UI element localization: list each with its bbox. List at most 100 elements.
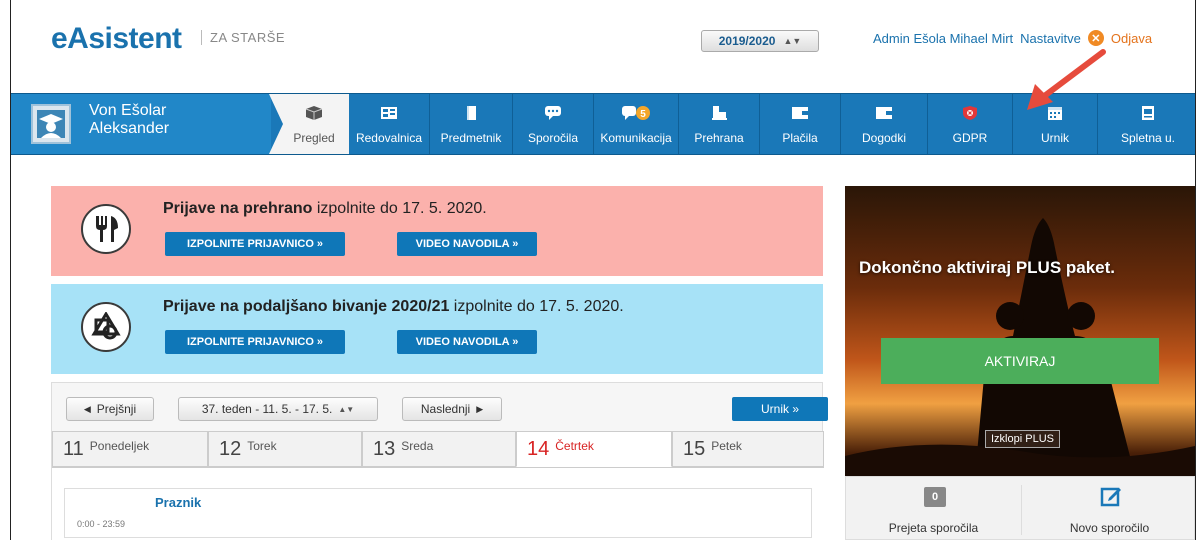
student-selector[interactable]: Von Ešolar Aleksander (11, 94, 271, 154)
day-name: Četrtek (555, 439, 594, 453)
tab-predmetnik-label: Predmetnik (440, 131, 502, 145)
tab-day-11[interactable]: 11 Ponedeljek (52, 431, 208, 467)
tab-pregled-label: Pregled (293, 131, 335, 145)
food-banner-title: Prijave na prehrano (163, 200, 313, 217)
food-icon (712, 106, 727, 120)
tab-urnik[interactable]: Urnik (1013, 94, 1097, 154)
app-logo-subtitle: ZA STARŠE (201, 30, 285, 45)
calendar-icon (1048, 107, 1062, 120)
received-messages-label: Prejeta sporočila (888, 521, 979, 535)
tab-komunikacija[interactable]: 5 Komunikacija (594, 94, 678, 154)
logout-link[interactable]: Odjava (1111, 31, 1152, 46)
food-video-button[interactable]: VIDEO NAVODILA » (397, 232, 537, 256)
event-name: Praznik (155, 495, 202, 510)
event-time: 0:00 - 23:59 (77, 519, 126, 529)
settings-link[interactable]: Nastavitve (1020, 31, 1081, 46)
main-navbar: Von Ešolar Aleksander Pregled Redovalnic… (11, 93, 1195, 155)
promo-title: Dokončno aktiviraj PLUS paket. (859, 258, 1116, 277)
tab-sporocila-label: Sporočila (527, 131, 579, 145)
chat-icon (545, 106, 561, 120)
extended-banner-deadline: izpolnite do 17. 5. 2020. (449, 298, 624, 315)
day-name: Sreda (401, 439, 434, 453)
food-apply-button[interactable]: IZPOLNITE PRIJAVNICO » (165, 232, 345, 256)
day-name: Torek (247, 439, 277, 453)
week-select[interactable]: 37. teden - 11. 5. - 17. 5. ▲▼ (178, 397, 378, 421)
week-select-value: 37. teden - 11. 5. - 17. 5. (201, 402, 333, 416)
app-logo[interactable]: eAsistent (51, 22, 182, 56)
activate-plus-button[interactable]: AKTIVIRAJ (881, 338, 1159, 384)
extended-video-button[interactable]: VIDEO NAVODILA » (397, 330, 537, 354)
calendar-card-icon (876, 107, 892, 119)
prev-week-label: Prejšnji (96, 402, 137, 416)
close-circle-icon[interactable]: ✕ (1087, 30, 1104, 46)
new-message-button[interactable]: Novo sporočilo (1022, 477, 1195, 540)
communication-icon: 5 (622, 106, 650, 120)
tab-dogodki[interactable]: Dogodki (841, 94, 927, 154)
next-week-button[interactable]: Naslednji ▶ (402, 397, 502, 421)
app-frame: eAsistent ZA STARŠE 2019/2020 ▲▼ Admin E… (10, 0, 1196, 540)
tab-day-15[interactable]: 15 Petek (672, 431, 824, 467)
day-tabs: 11 Ponedeljek 12 Torek 13 Sreda 14 Četrt… (52, 431, 824, 467)
tab-redovalnica-label: Redovalnica (355, 131, 423, 145)
event-card[interactable]: 0:00 - 23:59 Praznik (64, 488, 812, 538)
tab-komunikacija-label: Komunikacija (600, 131, 672, 145)
tab-placila[interactable]: Plačila (760, 94, 840, 154)
tab-day-14-today[interactable]: 14 Četrtek (516, 431, 672, 467)
tab-spletna[interactable]: Spletna u. (1098, 94, 1195, 154)
tab-predmetnik[interactable]: Predmetnik (430, 94, 512, 154)
wallet-icon (792, 107, 808, 119)
day-number: 12 (219, 438, 242, 460)
plus-promo-panel: Dokončno aktiviraj PLUS paket. AKTIVIRAJ… (845, 186, 1195, 476)
tab-gdpr-label: GDPR (952, 131, 988, 145)
urnik-button[interactable]: Urnik » (732, 397, 828, 421)
day-number: 11 (63, 438, 84, 460)
tab-prehrana[interactable]: Prehrana (679, 94, 759, 154)
received-messages-button[interactable]: 0 Prejeta sporočila (846, 477, 1021, 540)
day-number: 15 (683, 438, 706, 460)
tab-gdpr[interactable]: GDPR (928, 94, 1012, 154)
student-name-line1: Von Ešolar (89, 102, 167, 119)
tab-sporocila[interactable]: Sporočila (513, 94, 593, 154)
student-avatar-icon (37, 110, 65, 138)
school-year-value: 2019/2020 (718, 34, 776, 48)
extended-apply-button[interactable]: IZPOLNITE PRIJAVNICO » (165, 330, 345, 354)
tab-spletna-label: Spletna u. (1120, 131, 1176, 145)
updown-caret-icon: ▲▼ (783, 36, 802, 46)
day-number: 13 (373, 438, 396, 460)
shapes-icon (81, 302, 131, 352)
tab-placila-label: Plačila (782, 131, 818, 145)
extended-stay-banner: Prijave na podaljšano bivanje 2020/21 iz… (51, 284, 823, 374)
tab-day-13[interactable]: 13 Sreda (362, 431, 516, 467)
school-year-select[interactable]: 2019/2020 ▲▼ (701, 30, 819, 52)
week-calendar: ◀ Prejšnji 37. teden - 11. 5. - 17. 5. ▲… (51, 382, 828, 540)
next-week-label: Naslednji (420, 402, 471, 416)
tab-prehrana-label: Prehrana (694, 131, 744, 145)
new-message-label: Novo sporočilo (1069, 521, 1150, 535)
disable-plus-button[interactable]: Izklopi PLUS (985, 430, 1060, 448)
tab-redovalnica[interactable]: Redovalnica (349, 94, 429, 154)
prev-week-button[interactable]: ◀ Prejšnji (66, 397, 154, 421)
komunikacija-badge: 5 (640, 109, 646, 120)
box-icon (305, 106, 323, 120)
food-banner-deadline: izpolnite do 17. 5. 2020. (312, 200, 487, 217)
caret-left-icon: ◀ (83, 403, 91, 414)
top-links: Admin Ešola Mihael Mirt Nastavitve ✕ Odj… (873, 30, 1152, 46)
caret-right-icon: ▶ (476, 403, 484, 414)
book-icon (467, 106, 476, 120)
message-shortcuts: 0 Prejeta sporočila Novo sporočilo (845, 476, 1195, 540)
web-icon (1142, 106, 1154, 120)
tab-dogodki-label: Dogodki (861, 131, 907, 145)
day-name: Petek (711, 439, 742, 453)
tab-urnik-label: Urnik (1040, 131, 1069, 145)
updown-caret-icon: ▲▼ (338, 404, 355, 414)
extended-banner-title: Prijave na podaljšano bivanje 2020/21 (163, 298, 450, 315)
extended-banner-text: Prijave na podaljšano bivanje 2020/21 iz… (163, 298, 624, 316)
day-name: Ponedeljek (89, 439, 150, 453)
tab-day-12[interactable]: 12 Torek (208, 431, 362, 467)
tab-pregled[interactable]: Pregled (279, 94, 349, 154)
shield-icon (963, 106, 977, 120)
received-count-badge: 0 (924, 487, 946, 507)
food-banner-text: Prijave na prehrano izpolnite do 17. 5. … (163, 200, 487, 218)
avatar (31, 104, 71, 144)
user-account-link[interactable]: Admin Ešola Mihael Mirt (873, 31, 1013, 46)
